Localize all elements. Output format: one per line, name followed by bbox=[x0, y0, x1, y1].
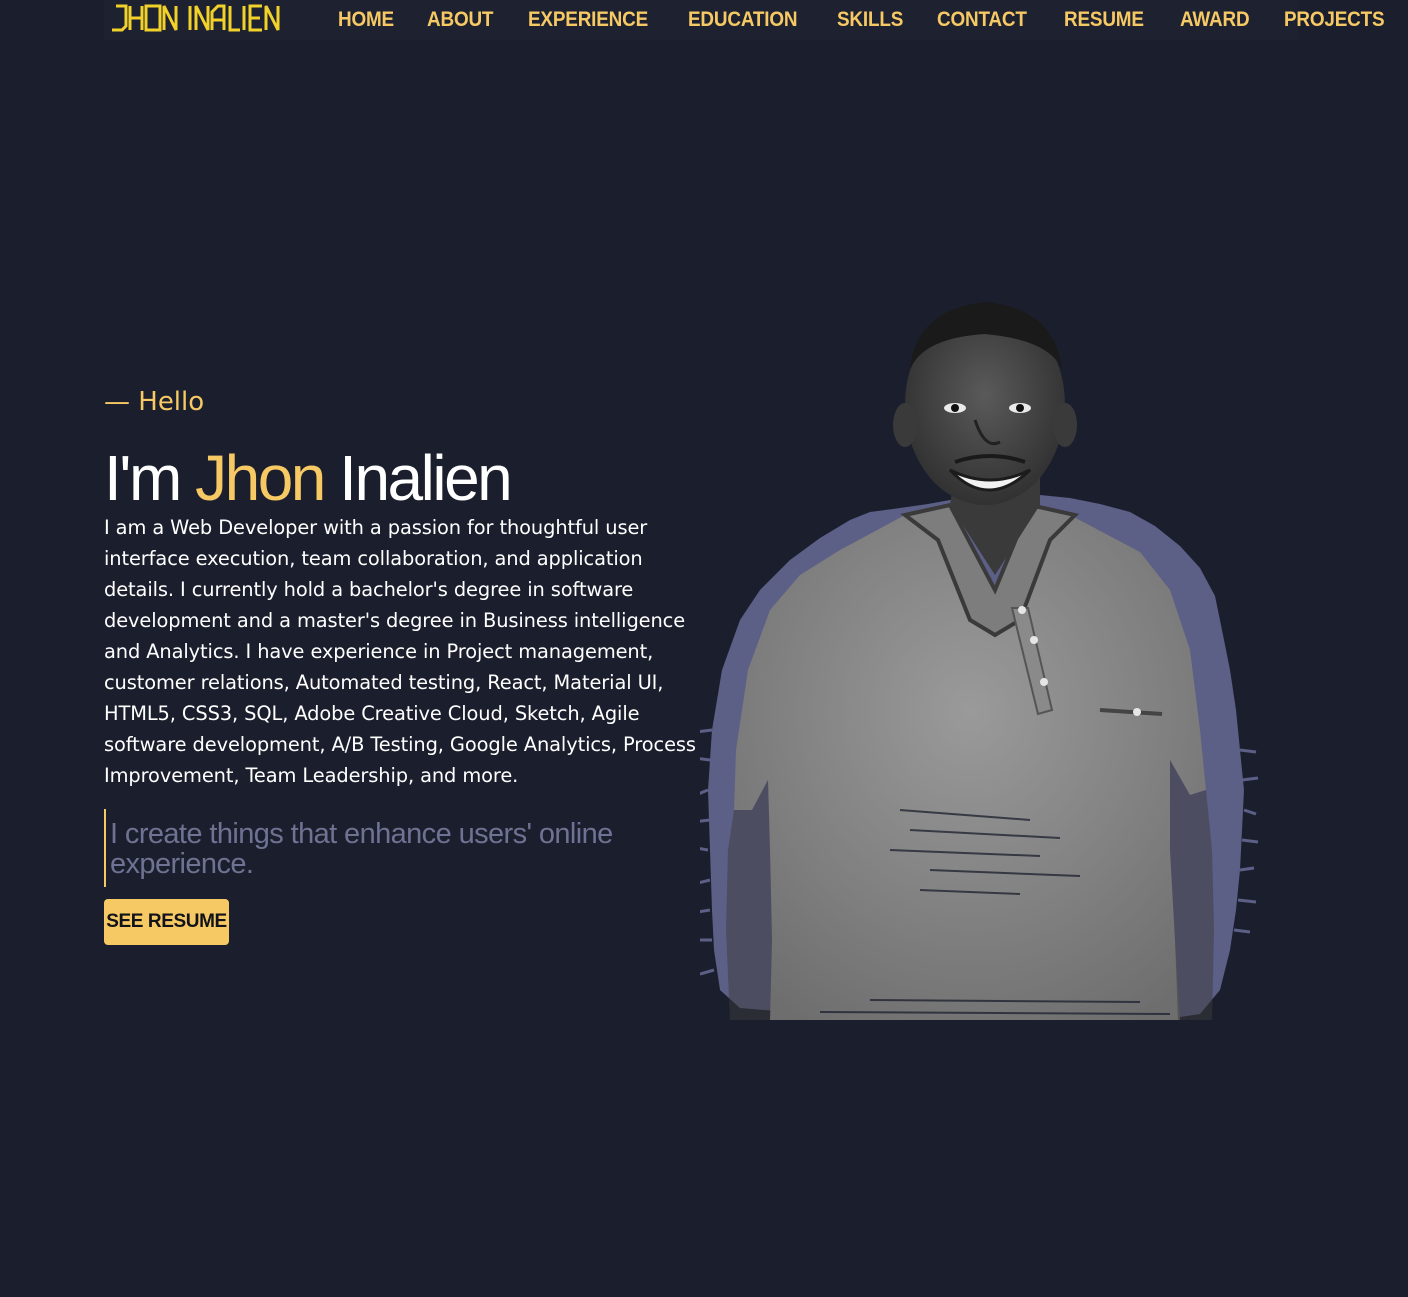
nav-education[interactable]: EDUCATION bbox=[688, 8, 798, 32]
hero-headline: I'm Jhon Inalien bbox=[104, 444, 704, 512]
hero-tagline: I create things that enhance users' onli… bbox=[110, 818, 613, 880]
nav-experience[interactable]: EXPERIENCE bbox=[528, 8, 648, 32]
hero-bio: I am a Web Developer with a passion for … bbox=[104, 516, 696, 787]
main-nav: HOME ABOUT EXPERIENCE EDUCATION SKILLS C… bbox=[338, 0, 1408, 40]
hero-greeting: — Hello bbox=[104, 387, 205, 417]
nav-award[interactable]: AWARD bbox=[1180, 8, 1250, 32]
see-resume-button[interactable]: SEE RESUME bbox=[104, 899, 229, 945]
nav-home[interactable]: HOME bbox=[338, 8, 394, 32]
nav-contact[interactable]: CONTACT bbox=[937, 8, 1027, 32]
hero-last-name: Inalien bbox=[339, 442, 513, 514]
portrait-photo bbox=[700, 302, 1259, 1020]
nav-skills[interactable]: SKILLS bbox=[837, 8, 903, 32]
hero-intro: I'm bbox=[104, 442, 182, 514]
hero-section: — Hello I'm Jhon Inalien I am a Web Deve… bbox=[104, 380, 704, 945]
site-logo[interactable] bbox=[110, 2, 286, 34]
nav-projects[interactable]: PROJECTS bbox=[1284, 8, 1385, 32]
hero-tagline-quote: I create things that enhance users' onli… bbox=[104, 809, 650, 887]
top-navbar: HOME ABOUT EXPERIENCE EDUCATION SKILLS C… bbox=[104, 0, 1384, 40]
hero-first-name: Jhon bbox=[195, 442, 326, 514]
nav-about[interactable]: ABOUT bbox=[427, 8, 493, 32]
nav-resume[interactable]: RESUME bbox=[1064, 8, 1144, 32]
